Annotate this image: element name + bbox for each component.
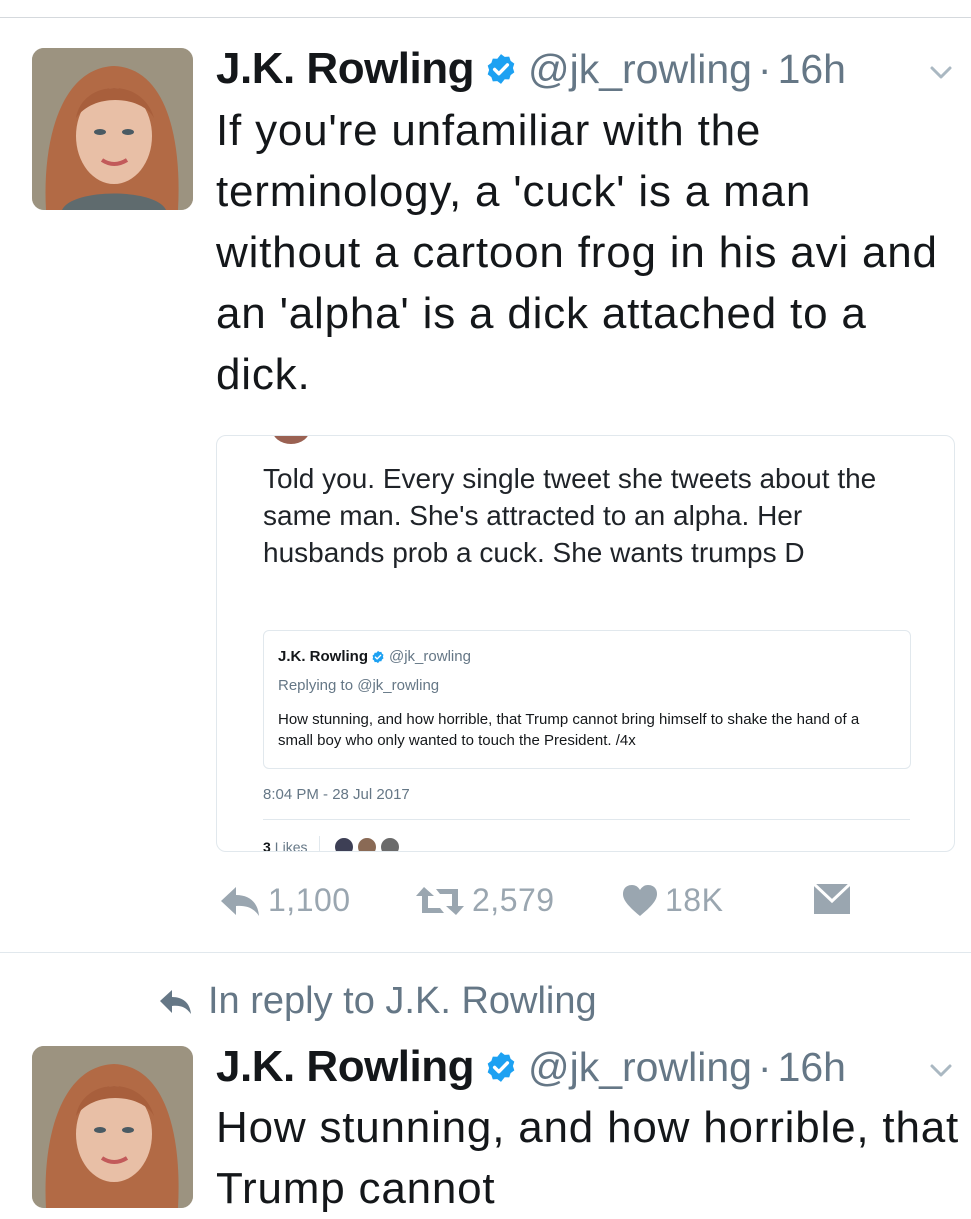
inner-header: J.K. Rowling @jk_rowling xyxy=(278,648,471,665)
tweet-timestamp[interactable]: 16h xyxy=(778,1044,846,1091)
top-divider xyxy=(0,17,971,18)
separator-dot: · xyxy=(757,1043,772,1090)
inner-author-name: J.K. Rowling xyxy=(278,648,368,665)
inner-replying-to: Replying to @jk_rowling xyxy=(278,677,440,694)
like-count: 18K xyxy=(665,882,724,918)
likes-count: 3 xyxy=(263,839,271,852)
verified-badge-icon xyxy=(372,650,384,663)
cropped-avatar xyxy=(272,436,310,444)
retweet-count: 2,579 xyxy=(472,882,555,918)
retweet-icon xyxy=(416,886,464,915)
in-reply-label[interactable]: In reply to J.K. Rowling xyxy=(208,980,597,1023)
inner-handle: @jk_rowling xyxy=(389,648,471,665)
liker-avatars xyxy=(334,837,403,851)
liker-avatar xyxy=(357,837,378,851)
separator-dot: · xyxy=(757,45,772,92)
liker-avatar xyxy=(380,837,401,851)
author-name[interactable]: J.K. Rowling xyxy=(216,44,475,94)
retweet-button[interactable]: 2,579 xyxy=(414,882,555,919)
tweet-actions: 1,100 2,579 18K xyxy=(0,882,971,928)
inner-tweet-text: How stunning, and how horrible, that Tru… xyxy=(278,711,860,749)
tweet-header: J.K. Rowling @jk_rowling · 16h xyxy=(216,1042,846,1092)
chevron-down-icon[interactable] xyxy=(926,1055,956,1085)
likes-label: Likes xyxy=(274,839,308,852)
tweet-text: If you're unfamiliar with the terminolog… xyxy=(216,106,938,399)
reply-arrow-icon xyxy=(160,989,191,1014)
reply-button[interactable]: 1,100 xyxy=(218,882,351,919)
card-divider xyxy=(263,819,910,820)
tweet-divider xyxy=(0,952,971,953)
like-button[interactable]: 18K xyxy=(621,882,723,919)
inner-quoted-tweet: J.K. Rowling @jk_rowling Replying to @jk… xyxy=(263,630,911,769)
tweet-timestamp[interactable]: 16h xyxy=(778,46,846,93)
chevron-down-icon[interactable] xyxy=(926,57,956,87)
avatar[interactable] xyxy=(32,48,193,210)
quoted-screenshot[interactable]: Told you. Every single tweet she tweets … xyxy=(216,435,955,852)
author-handle[interactable]: @jk_rowling xyxy=(528,1044,752,1091)
direct-message-button[interactable] xyxy=(812,882,852,916)
in-reply-row[interactable]: In reply to J.K. Rowling xyxy=(158,980,597,1023)
envelope-icon xyxy=(812,882,852,914)
likes-divider xyxy=(319,836,321,851)
tweet-text: How stunning, and how horrible, that Tru… xyxy=(216,1103,960,1213)
avatar[interactable] xyxy=(32,1046,193,1208)
reply-count: 1,100 xyxy=(268,882,351,918)
reply-icon xyxy=(221,886,259,916)
verified-badge-icon xyxy=(487,1052,515,1082)
author-handle[interactable]: @jk_rowling xyxy=(528,46,752,93)
likes-row: 3 Likes xyxy=(263,836,403,852)
quoted-text: Told you. Every single tweet she tweets … xyxy=(263,463,877,568)
quoted-date: 8:04 PM - 28 Jul 2017 xyxy=(263,786,410,803)
liker-avatar xyxy=(334,837,355,851)
verified-badge-icon xyxy=(487,54,515,84)
heart-icon xyxy=(623,884,657,916)
tweet-header: J.K. Rowling @jk_rowling · 16h xyxy=(216,44,846,94)
author-name[interactable]: J.K. Rowling xyxy=(216,1042,475,1092)
